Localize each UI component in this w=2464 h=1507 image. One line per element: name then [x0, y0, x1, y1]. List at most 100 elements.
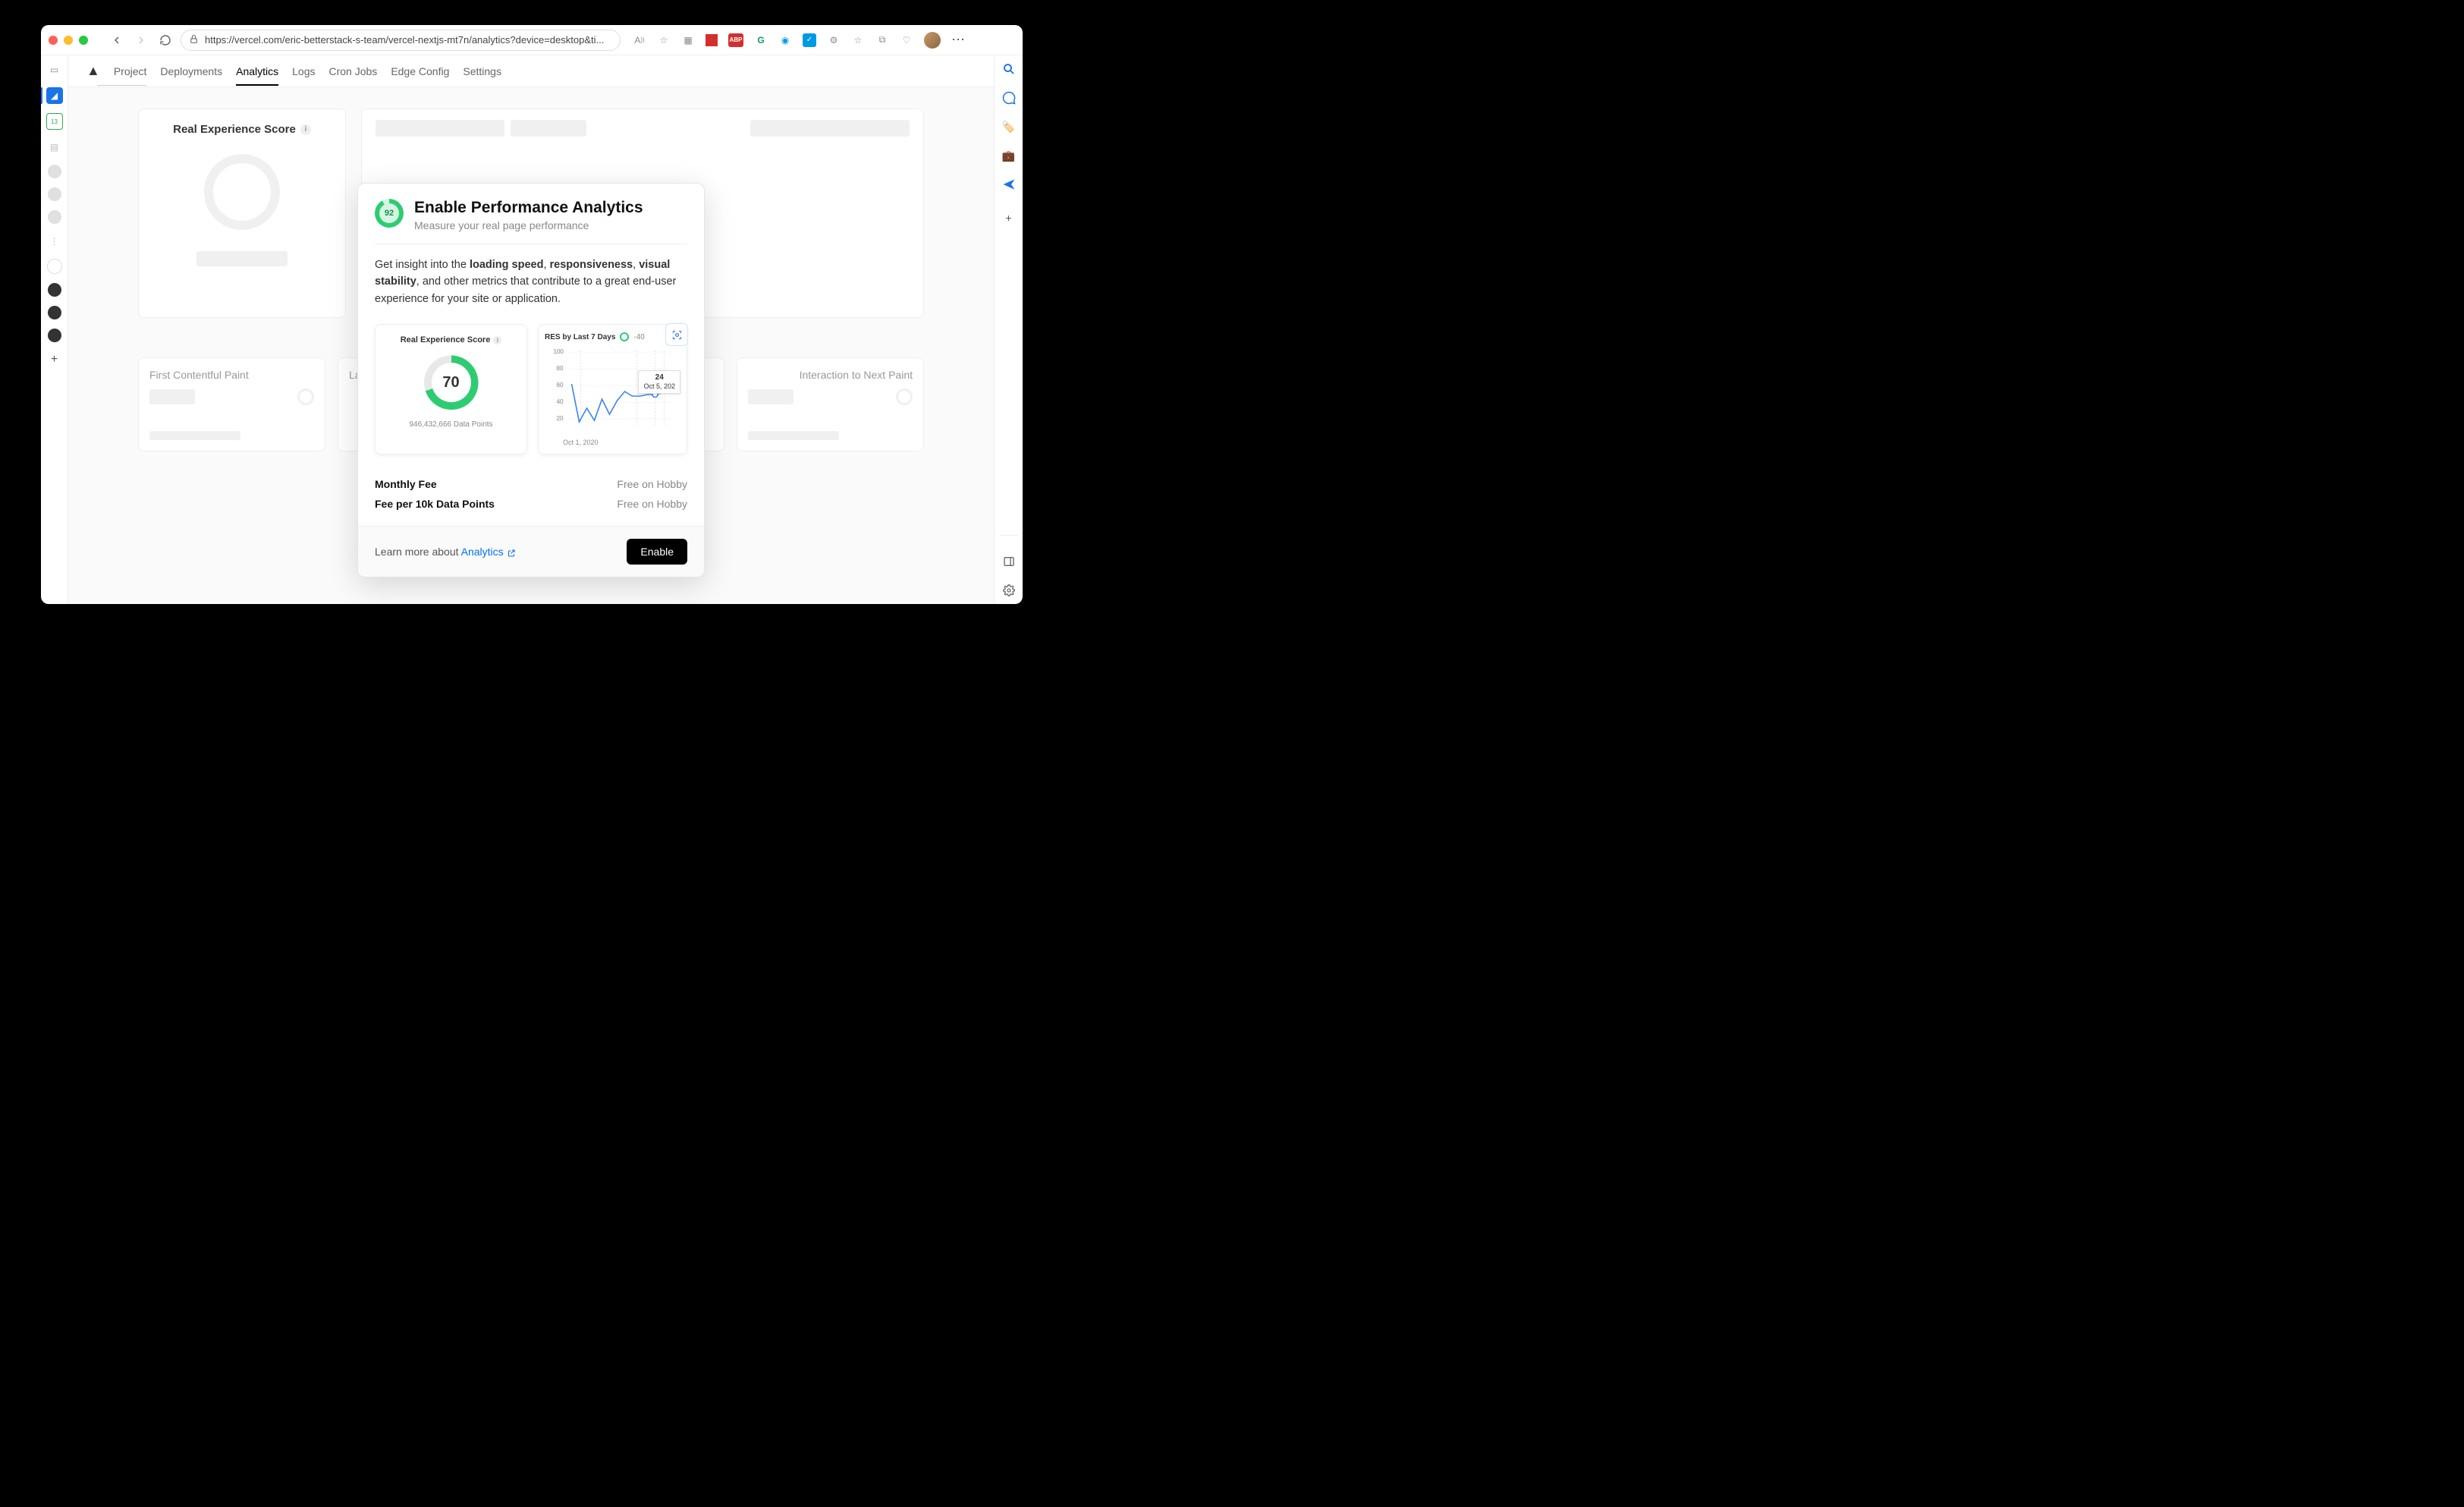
enable-analytics-modal: 92 Enable Performance Analytics Measure … [357, 183, 705, 577]
url-text: https://vercel.com/eric-betterstack-s-te… [205, 34, 604, 46]
settings-icon[interactable] [1001, 583, 1017, 598]
panel-toggle-icon[interactable] [1001, 554, 1017, 569]
external-link-icon [507, 549, 516, 558]
maximize-window-button[interactable] [79, 36, 88, 45]
learn-more-text: Learn more about Analytics [375, 546, 516, 558]
chart-x-label: Oct 1, 2020 [563, 439, 680, 446]
nav-tab-cron-jobs[interactable]: Cron Jobs [329, 58, 378, 85]
svg-text:20: 20 [557, 415, 564, 422]
modal-header: 92 Enable Performance Analytics Measure … [375, 199, 687, 231]
toolbar-extensions: A)) ☆ ▦ ABP G ◉ ✓ ⚙ ☆ ⧉ ♡ ⋯ [633, 32, 966, 49]
nav-tab-project[interactable]: Project [114, 58, 147, 85]
score-70-gauge: 70 [424, 355, 479, 410]
preview-chart-title: RES by Last 7 Days -40 [545, 332, 680, 341]
nav-tab-deployments[interactable]: Deployments [160, 58, 222, 85]
forward-button[interactable] [132, 31, 150, 49]
sidebar-tab-share-icon[interactable]: ⋮ [46, 233, 63, 250]
vercel-nav: ▲ Project Deployments Analytics Logs Cro… [68, 55, 994, 87]
ext-icon-heart[interactable]: ♡ [900, 33, 913, 47]
info-icon[interactable]: i [300, 124, 311, 135]
back-button[interactable] [108, 31, 126, 49]
preview-res-card: Real Experience Score i 70 946,432,666 D… [375, 324, 527, 455]
preview-res-footer: 946,432,666 Data Points [409, 420, 492, 429]
skeleton-bar [196, 251, 288, 266]
favorites-star-icon[interactable]: ☆ [851, 33, 865, 47]
metric-card-fcp: First Contentful Paint [138, 357, 325, 451]
right-sidebar: 🏷️ 💼 + [994, 55, 1023, 604]
preview-cards: Real Experience Score i 70 946,432,666 D… [375, 324, 687, 455]
close-window-button[interactable] [49, 36, 58, 45]
body-area: ▭ ◢ 13 ▤ ⋮ + ▲ Project Deployments Analy… [41, 55, 1023, 604]
minimize-window-button[interactable] [64, 36, 73, 45]
skeleton-pill-3 [750, 120, 910, 137]
ext-icon-1[interactable]: ▦ [681, 33, 695, 47]
svg-text:80: 80 [557, 365, 564, 372]
score-badge-icon: 92 [375, 199, 404, 228]
mini-line-chart: 100 80 60 40 20 [545, 346, 680, 437]
nav-tab-logs[interactable]: Logs [292, 58, 315, 85]
sidebar-tab-12-icon[interactable] [48, 329, 61, 342]
profile-avatar[interactable] [924, 32, 941, 49]
tag-icon[interactable]: 🏷️ [1001, 119, 1017, 134]
fee-row-per-points: Fee per 10k Data Points Free on Hobby [375, 494, 687, 514]
modal-description: Get insight into the loading speed, resp… [375, 256, 687, 307]
analytics-link[interactable]: Analytics [461, 546, 516, 558]
left-sidebar: ▭ ◢ 13 ▤ ⋮ + [41, 55, 68, 604]
collections-icon[interactable]: ⧉ [875, 33, 889, 47]
main-content: ▲ Project Deployments Analytics Logs Cro… [68, 55, 994, 604]
sidebar-tab-10-icon[interactable] [48, 283, 61, 297]
sidebar-tab-doc-icon[interactable]: ▤ [46, 139, 63, 156]
wallet-icon[interactable]: 💼 [1001, 148, 1017, 163]
chart-tooltip: 24 Oct 5, 202 [638, 370, 680, 394]
sidebar-tab-5-icon[interactable] [48, 165, 61, 178]
send-icon[interactable] [1001, 177, 1017, 192]
vercel-logo-icon[interactable]: ▲ [86, 63, 100, 79]
lock-icon [189, 34, 199, 46]
ext-icon-puzzle[interactable]: ⚙ [827, 33, 841, 47]
res-card-title: Real Experience Score i [173, 123, 311, 136]
search-icon[interactable] [1001, 61, 1017, 77]
sidebar-tab-vercel-icon[interactable]: ◢ [46, 87, 63, 104]
enable-button[interactable]: Enable [627, 539, 687, 565]
modal-title: Enable Performance Analytics [414, 199, 643, 217]
address-bar[interactable]: https://vercel.com/eric-betterstack-s-te… [181, 30, 621, 51]
ext-icon-globe[interactable]: ◉ [778, 33, 792, 47]
fee-row-monthly: Monthly Fee Free on Hobby [375, 474, 687, 494]
sidebar-tab-calendar-icon[interactable]: 13 [46, 113, 63, 130]
nav-tab-settings[interactable]: Settings [463, 58, 501, 85]
sidebar-tab-page-icon[interactable]: ▭ [46, 61, 63, 78]
nav-tab-edge-config[interactable]: Edge Config [391, 58, 449, 85]
ext-icon-pdf[interactable] [706, 34, 718, 46]
svg-text:40: 40 [557, 398, 564, 405]
svg-text:60: 60 [557, 382, 564, 389]
menu-button[interactable]: ⋯ [951, 32, 966, 48]
favorite-icon[interactable]: ☆ [657, 33, 671, 47]
preview-chart-card: RES by Last 7 Days -40 100 80 60 [538, 324, 687, 455]
window-controls [49, 36, 88, 45]
browser-window: https://vercel.com/eric-betterstack-s-te… [41, 25, 1023, 604]
chat-icon[interactable] [1001, 90, 1017, 105]
adblock-icon[interactable]: ABP [728, 33, 743, 47]
sidebar-tab-6-icon[interactable] [48, 187, 61, 201]
fee-rows: Monthly Fee Free on Hobby Fee per 10k Da… [375, 474, 687, 514]
sidebar-add-tab-button[interactable]: + [46, 351, 63, 368]
modal-subtitle: Measure your real page performance [414, 219, 643, 231]
sidebar-tab-9-icon[interactable] [47, 259, 62, 274]
sidebar-tab-7-icon[interactable] [48, 210, 61, 224]
metric-card-inp: Interaction to Next Paint [737, 357, 924, 451]
add-panel-button[interactable]: + [1001, 210, 1017, 225]
preview-res-title: Real Experience Score i [401, 335, 502, 345]
divider [1000, 535, 1018, 536]
read-aloud-icon[interactable]: A)) [633, 33, 646, 47]
sidebar-tab-11-icon[interactable] [48, 306, 61, 319]
status-dot-icon [620, 332, 629, 341]
svg-text:100: 100 [554, 348, 564, 355]
res-card-placeholder: Real Experience Score i [138, 109, 346, 318]
grammarly-icon[interactable]: G [754, 33, 768, 47]
reload-button[interactable] [156, 31, 174, 49]
ext-icon-todo[interactable]: ✓ [803, 33, 816, 47]
nav-tab-analytics[interactable]: Analytics [236, 58, 278, 85]
skeleton-pill-1 [376, 120, 504, 137]
scan-icon[interactable] [665, 323, 688, 346]
info-icon: i [493, 336, 501, 345]
